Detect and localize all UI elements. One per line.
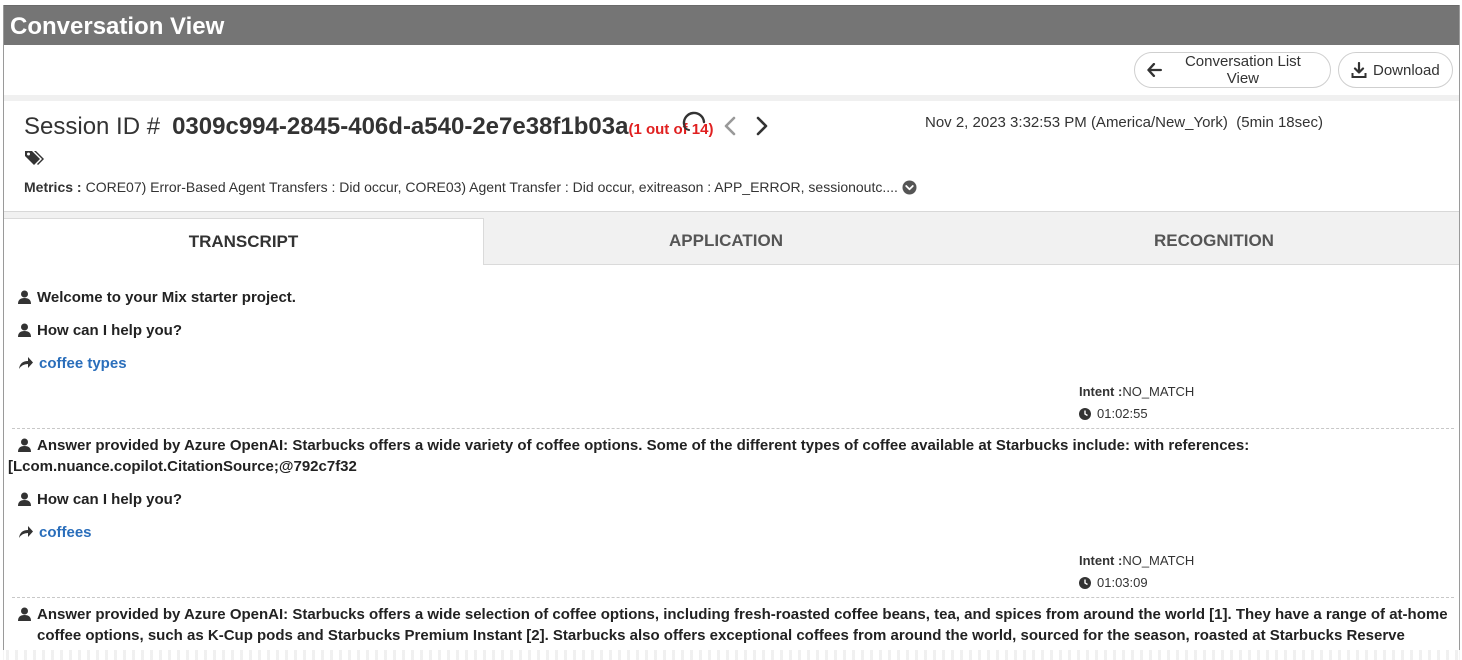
- user-utterance: coffees: [18, 524, 1451, 541]
- turn-meta: Intent :NO_MATCH 01:03:09: [18, 551, 1451, 597]
- intent: Intent :NO_MATCH: [1079, 384, 1194, 399]
- previous-session-icon[interactable]: [722, 115, 738, 137]
- system-message-text: How can I help you?: [37, 322, 183, 339]
- reply-arrow-icon: [19, 357, 33, 369]
- answer-text: Answer provided by Azure OpenAI: Starbuc…: [37, 437, 1250, 454]
- download-button[interactable]: Download: [1338, 52, 1453, 88]
- intent-value: NO_MATCH: [1122, 384, 1195, 399]
- headset-icon[interactable]: [680, 109, 708, 135]
- system-message-text: How can I help you?: [37, 491, 183, 508]
- intent-label: Intent :: [1079, 384, 1123, 399]
- intent-value: NO_MATCH: [1122, 553, 1195, 568]
- tab-application[interactable]: APPLICATION: [484, 218, 968, 264]
- user-icon: [18, 492, 31, 506]
- metrics-value: CORE07) Error-Based Agent Transfers : Di…: [85, 179, 898, 195]
- arrow-left-icon: [1147, 63, 1162, 77]
- page-title: Conversation View: [4, 5, 1459, 45]
- metrics-row: Metrics : CORE07) Error-Based Agent Tran…: [24, 179, 917, 195]
- next-session-icon[interactable]: [754, 115, 770, 137]
- system-message-text: Welcome to your Mix starter project.: [37, 289, 296, 306]
- user-icon: [18, 607, 31, 621]
- turn-time: 01:02:55: [1079, 406, 1148, 421]
- intent-label: Intent :: [1079, 553, 1123, 568]
- system-message: How can I help you?: [18, 322, 1451, 339]
- download-label: Download: [1373, 61, 1440, 79]
- system-message: Answer provided by Azure OpenAI: Starbuc…: [18, 435, 1451, 456]
- metrics-label: Metrics :: [24, 179, 82, 195]
- session-datetime: Nov 2, 2023 3:32:53 PM (America/New_York…: [925, 114, 1323, 131]
- user-utterance-text[interactable]: coffee types: [39, 355, 127, 372]
- user-utterance-text[interactable]: coffees: [39, 524, 92, 541]
- user-icon: [18, 438, 31, 452]
- transcript-panel: Welcome to your Mix starter project. How…: [4, 289, 1459, 646]
- tags-icon[interactable]: [24, 149, 46, 167]
- download-icon: [1351, 62, 1367, 78]
- system-message: Answer provided by Azure OpenAI: Starbuc…: [18, 604, 1451, 646]
- session-id-row: Session ID # 0309c994-2845-406d-a540-2e7…: [24, 113, 713, 141]
- session-id-label: Session ID #: [24, 113, 161, 140]
- turn-meta: Intent :NO_MATCH 01:02:55: [18, 382, 1451, 428]
- user-utterance: coffee types: [18, 355, 1451, 372]
- conversation-view-window: Conversation View Conversation List View…: [3, 5, 1460, 660]
- turn-divider: [12, 428, 1454, 429]
- tab-recognition[interactable]: RECOGNITION: [968, 218, 1459, 264]
- intent: Intent :NO_MATCH: [1079, 553, 1194, 568]
- torn-edge: [0, 650, 1462, 660]
- answer-text: Answer provided by Azure OpenAI: Starbuc…: [37, 606, 1448, 644]
- toolbar: Conversation List View Download: [4, 45, 1459, 95]
- clock-icon: [1079, 576, 1091, 589]
- user-icon: [18, 323, 31, 337]
- session-duration: (5min 18sec): [1236, 114, 1323, 131]
- system-message: How can I help you?: [18, 491, 1451, 508]
- session-id-value: 0309c994-2845-406d-a540-2e7e38f1b03a: [172, 113, 629, 140]
- turn-time-value: 01:03:09: [1097, 575, 1148, 590]
- system-message: Welcome to your Mix starter project.: [18, 289, 1451, 306]
- session-header: Session ID # 0309c994-2845-406d-a540-2e7…: [4, 101, 1459, 212]
- clock-icon: [1079, 407, 1091, 420]
- tab-bar: TRANSCRIPT APPLICATION RECOGNITION: [4, 212, 1459, 265]
- chevron-down-circle-icon[interactable]: [902, 180, 917, 195]
- session-timestamp: Nov 2, 2023 3:32:53 PM (America/New_York…: [925, 114, 1228, 131]
- turn-time: 01:03:09: [1079, 575, 1148, 590]
- turn-time-value: 01:02:55: [1097, 406, 1148, 421]
- answer-reference: [Lcom.nuance.copilot.CitationSource;@792…: [8, 458, 357, 475]
- conversation-list-view-button[interactable]: Conversation List View: [1134, 52, 1331, 88]
- user-icon: [18, 290, 31, 304]
- reply-arrow-icon: [19, 526, 33, 538]
- tab-transcript[interactable]: TRANSCRIPT: [4, 218, 484, 265]
- turn-divider: [12, 597, 1454, 598]
- conversation-list-view-label: Conversation List View: [1184, 53, 1301, 87]
